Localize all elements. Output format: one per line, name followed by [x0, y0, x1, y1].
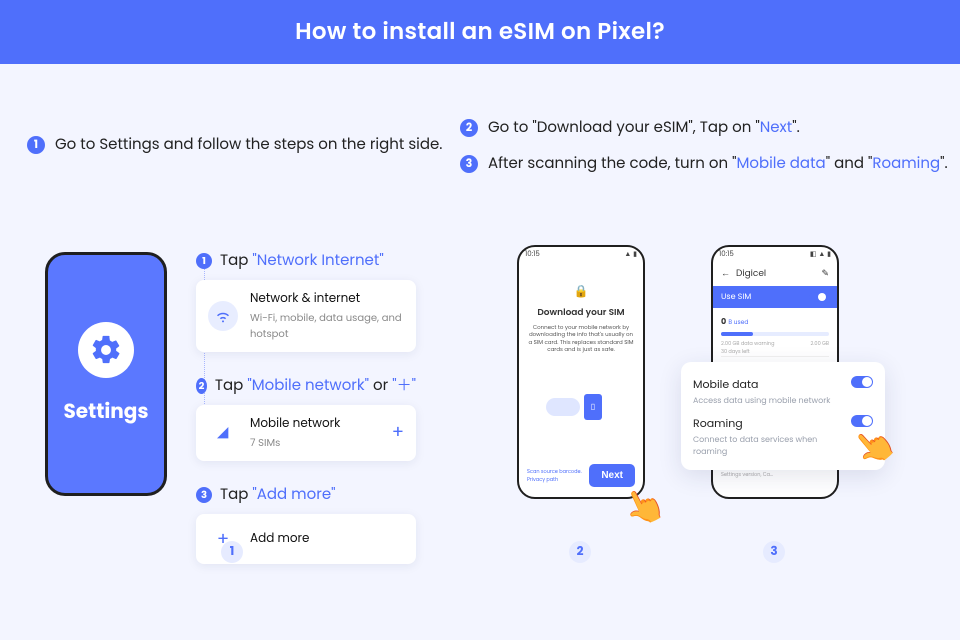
tile-title: Add more	[250, 530, 309, 548]
step-number: 2	[196, 378, 207, 394]
download-sim-desc: Connect to your mobile network by downlo…	[527, 324, 635, 354]
download-sim-title: Download your SIM	[527, 307, 635, 320]
link-roaming: Roaming	[872, 153, 940, 174]
status-time: 10:15	[719, 250, 734, 260]
instruction-3: 3 After scanning the code, turn on "Mobi…	[460, 152, 948, 175]
tile-title: Network & internet	[250, 290, 404, 308]
tile-title: Mobile network	[250, 415, 340, 433]
panel-steps-2-3: 10:15 ▲ ▮ 🔒 Download your SIM Connect to…	[443, 195, 937, 585]
settings-label: Settings	[64, 396, 149, 426]
phone-mock-settings: Settings	[45, 252, 167, 496]
instruction-3-text: After scanning the code, turn on "Mobile…	[488, 152, 948, 175]
step-number: 2	[460, 119, 478, 137]
carrier-topbar: ← Digicel ✎	[713, 263, 837, 286]
step-number: 1	[27, 136, 45, 154]
status-bar: 10:15 ▲ ▮	[519, 247, 643, 263]
use-sim-row[interactable]: Use SIM	[713, 286, 837, 308]
panel-badge-1: 1	[221, 541, 243, 563]
data-usage-bar	[721, 332, 829, 336]
step-3-line: 3 Tap "Add more"	[196, 483, 416, 506]
sim-card-icon: ▯	[584, 394, 602, 420]
mobile-data-row[interactable]: Mobile data Access data using mobile net…	[693, 376, 873, 407]
mobile-data-toggle[interactable]	[851, 376, 873, 388]
download-sim-illustration: ▯	[546, 382, 616, 422]
step-number: 3	[196, 487, 212, 503]
cloud-icon	[546, 398, 580, 416]
steps-column: 1 Tap "Network Internet" Network & inter…	[196, 243, 416, 586]
mobile-data-sub: Access data using mobile network	[693, 395, 830, 407]
mobile-data-title: Mobile data	[693, 376, 830, 393]
panel-badge-2: 2	[569, 541, 591, 563]
step-number: 1	[196, 253, 212, 269]
instruction-2: 2 Go to "Download your eSIM", Tap on "Ne…	[460, 116, 800, 139]
plus-icon[interactable]: +	[392, 424, 404, 442]
instruction-1: 1 Go to Settings and follow the steps on…	[27, 133, 442, 156]
gear-icon	[78, 322, 134, 378]
instruction-2-text: Go to "Download your eSIM", Tap on "Next…	[488, 116, 800, 139]
page-title: How to install an eSIM on Pixel?	[0, 0, 960, 64]
status-bar: 10:15 ◧ ▲ ▮	[713, 247, 837, 263]
link-mobile-data: Mobile data	[736, 153, 825, 174]
use-sim-label: Use SIM	[721, 291, 751, 303]
back-icon[interactable]: ←	[721, 268, 730, 281]
lock-icon: 🔒	[527, 283, 635, 301]
step-1-line: 1 Tap "Network Internet"	[196, 249, 416, 272]
roaming-sub: Connect to data services when roaming	[693, 434, 851, 458]
page-title-text: How to install an eSIM on Pixel?	[295, 15, 665, 49]
tile-mobile-network[interactable]: Mobile network 7 SIMs +	[196, 405, 416, 461]
next-button[interactable]: Next	[589, 464, 635, 487]
edit-icon[interactable]: ✎	[821, 268, 829, 281]
phone-mock-download-sim: 10:15 ▲ ▮ 🔒 Download your SIM Connect to…	[517, 245, 645, 499]
carrier-name: Digicel	[736, 268, 766, 281]
roaming-title: Roaming	[693, 415, 851, 432]
tile-subtitle: Wi-Fi, mobile, data usage, and hotspot	[250, 310, 404, 342]
status-icons: ▲ ▮	[624, 250, 637, 260]
privacy-link[interactable]: Scan source barcode. Privacy path	[527, 468, 589, 484]
signal-icon	[208, 418, 238, 448]
tile-subtitle: 7 SIMs	[250, 435, 340, 451]
status-icons: ◧ ▲ ▮	[810, 250, 831, 260]
tile-network-internet[interactable]: Network & internet Wi-Fi, mobile, data u…	[196, 280, 416, 352]
wifi-icon	[208, 301, 238, 331]
step-number: 3	[460, 155, 478, 173]
panel-badge-3: 3	[763, 541, 785, 563]
use-sim-toggle[interactable]	[809, 292, 827, 302]
link-next: Next	[760, 117, 793, 138]
instruction-1-text: Go to Settings and follow the steps on t…	[55, 133, 442, 156]
status-time: 10:15	[525, 250, 540, 260]
panel-step-1: Settings 1 Tap "Network Internet" Networ…	[23, 195, 433, 585]
step-2-line: 2 Tap "Mobile network" or "＋"	[196, 374, 416, 397]
